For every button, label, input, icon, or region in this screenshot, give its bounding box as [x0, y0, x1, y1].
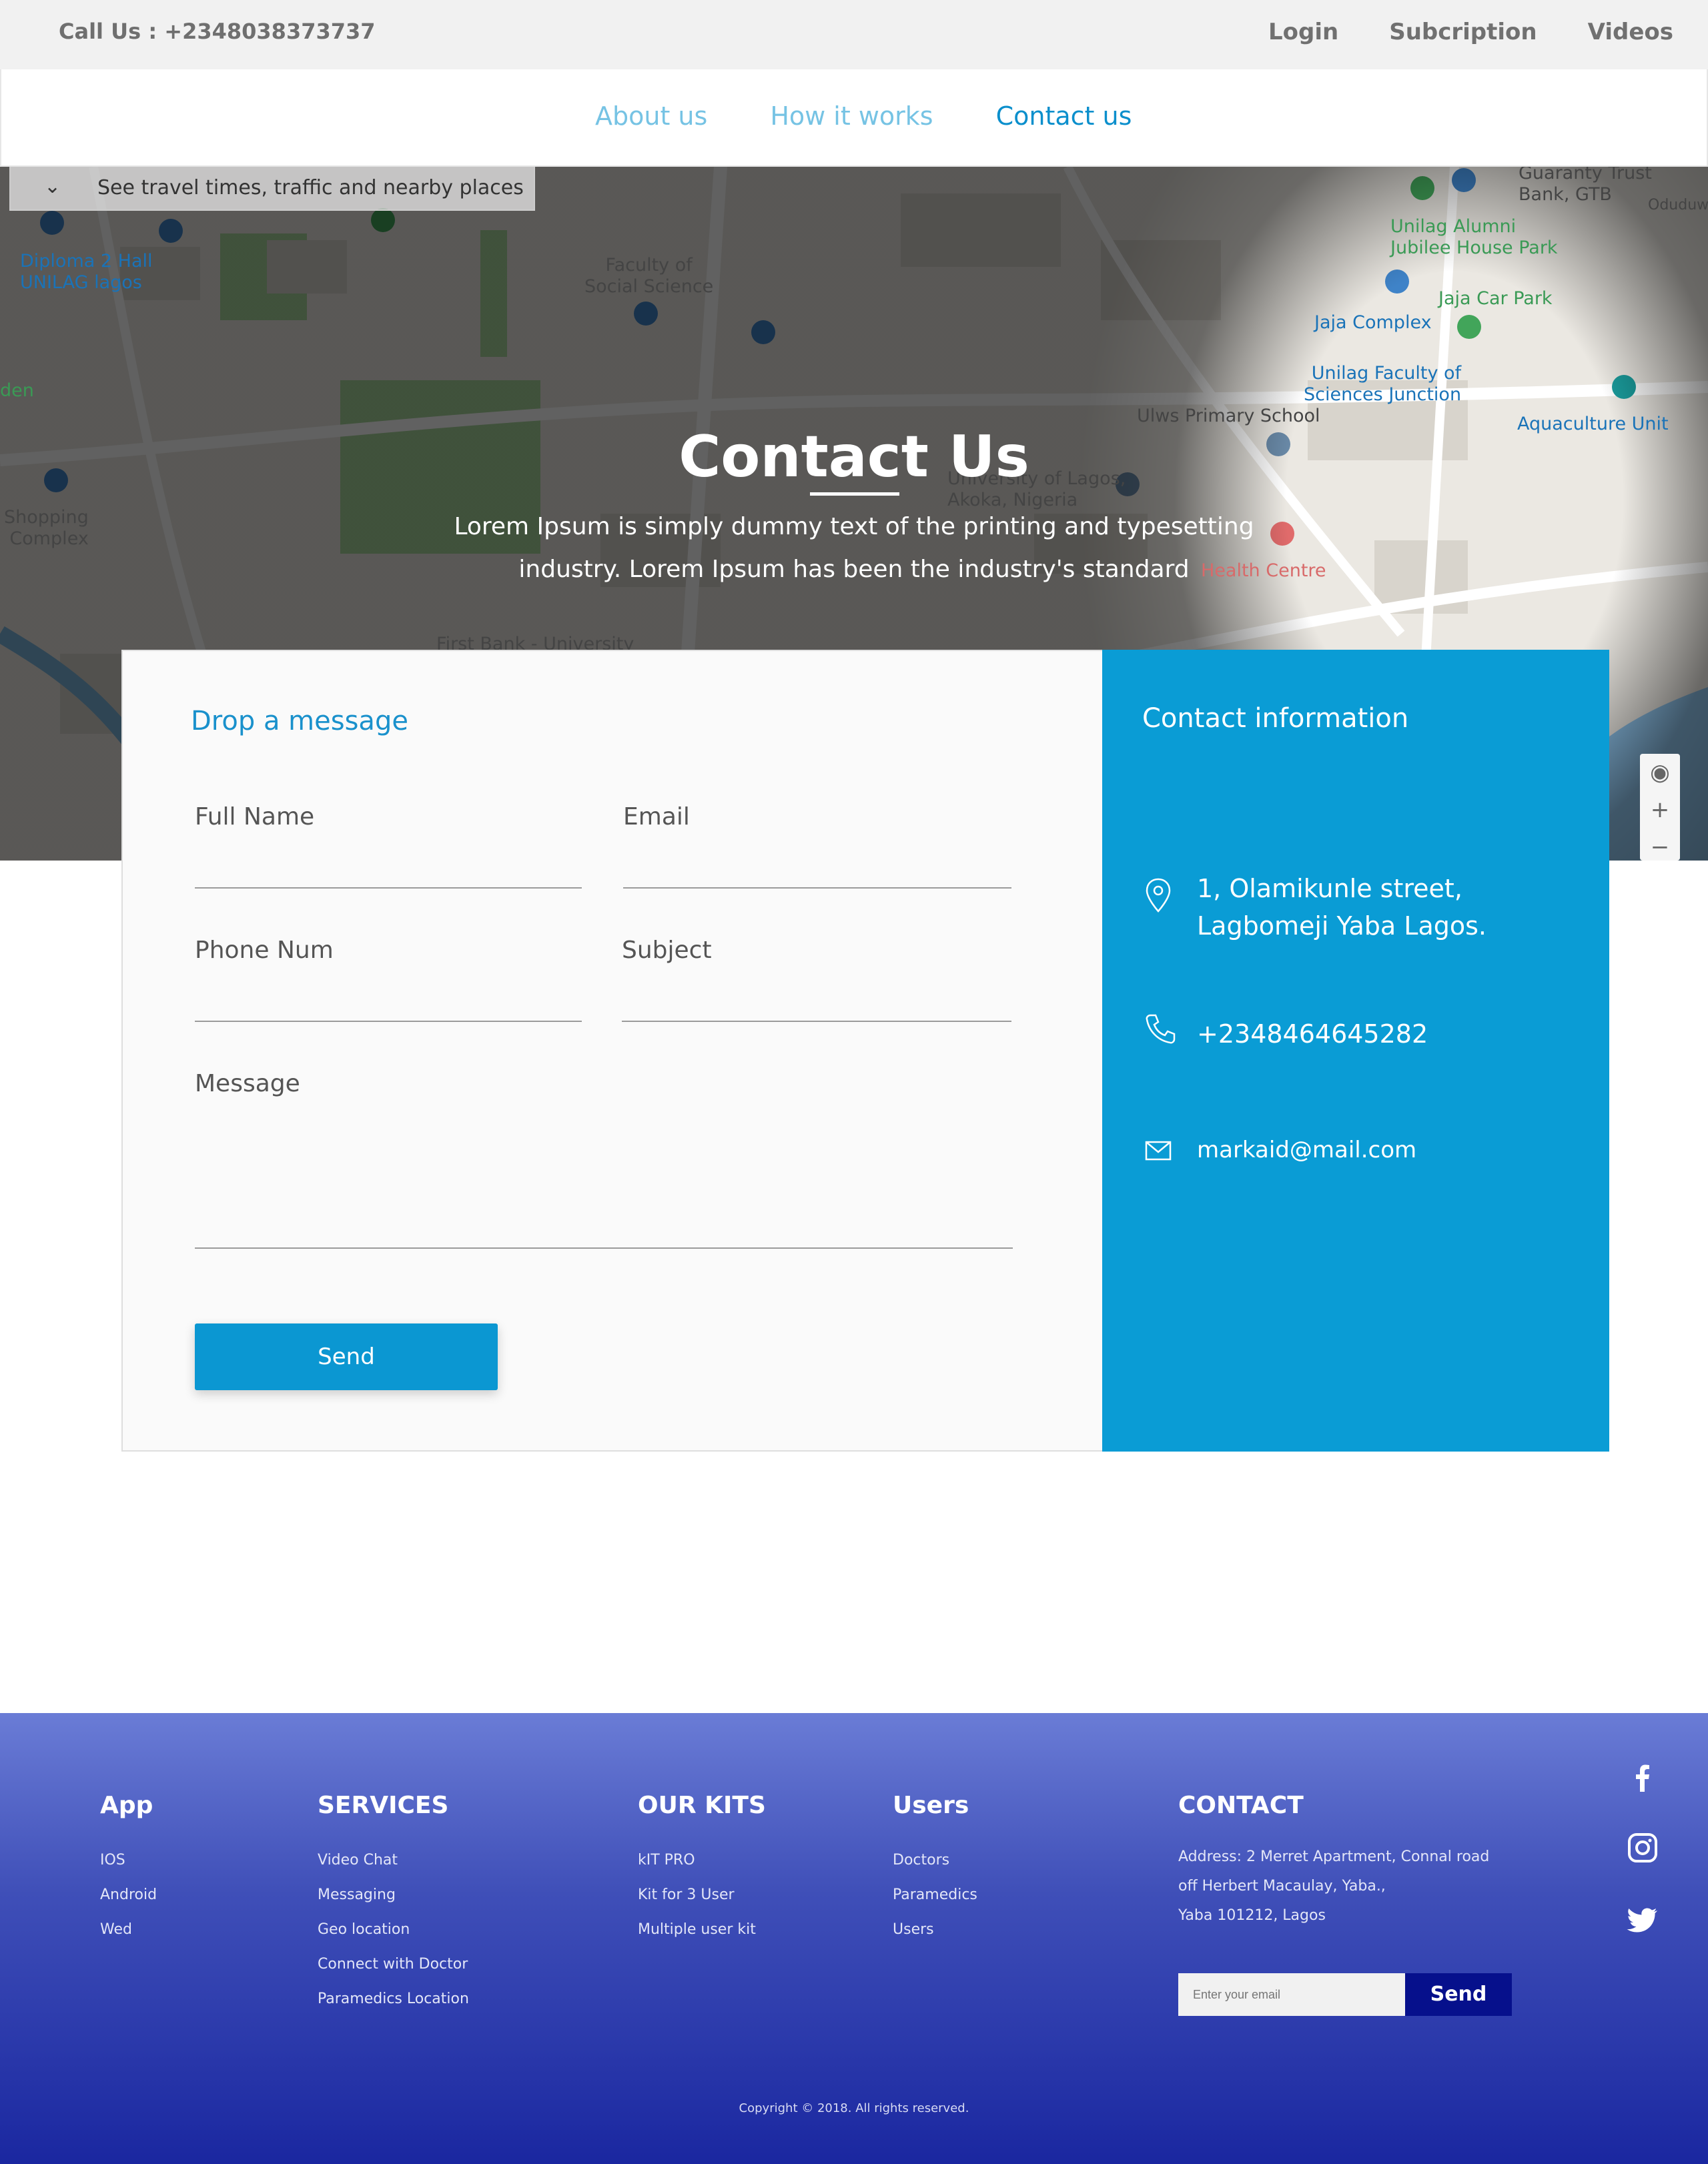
- contact-address-line2: Lagbomeji Yaba Lagos.: [1197, 911, 1486, 941]
- hero-description: Lorem Ipsum is simply dummy text of the …: [454, 513, 1254, 583]
- contact-address-line1: 1, Olamikunle street,: [1197, 874, 1462, 903]
- email-field[interactable]: Email: [623, 803, 1011, 890]
- footer-services-item[interactable]: Geo location: [318, 1913, 469, 1947]
- map-label-jaja-complex: Jaja Complex: [1314, 312, 1432, 333]
- contact-info-title: Contact information: [1142, 703, 1409, 734]
- footer-kits-item[interactable]: kIT PRO: [638, 1843, 766, 1878]
- phone-field[interactable]: Phone Num: [195, 937, 582, 1023]
- nav-about-us[interactable]: About us: [595, 101, 707, 131]
- footer-address-line: off Herbert Macaulay, Yaba.,: [1178, 1878, 1386, 1895]
- call-us-text: Call Us : +2348038373737: [59, 19, 376, 44]
- newsletter-form: Send: [1178, 1973, 1512, 2016]
- footer-kits-title: OUR KITS: [638, 1792, 766, 1819]
- mail-icon: [1145, 1141, 1172, 1161]
- phone-input[interactable]: [195, 1021, 582, 1022]
- contact-info-panel: Contact information 1, Olamikunle street…: [1102, 650, 1609, 1452]
- footer-contact-title: CONTACT: [1178, 1792, 1304, 1819]
- map-label-alumni: Unilag Alumni Jubilee House Park: [1390, 216, 1558, 258]
- map-label-diploma: Diploma 2 Hall UNILAG lagos: [20, 251, 153, 293]
- form-title: Drop a message: [191, 706, 408, 736]
- locate-icon[interactable]: ◉: [1640, 754, 1680, 791]
- email-input[interactable]: [623, 887, 1011, 889]
- map-label-jaja-car: Jaja Car Park: [1438, 288, 1553, 309]
- map-label-guaranty: Guaranty Trust Bank, GTB: [1519, 167, 1652, 205]
- message-label: Message: [195, 1070, 300, 1097]
- map-label-sciences: Unilag Faculty of Sciences Junction: [1304, 363, 1462, 405]
- footer-contact-column: CONTACT: [1178, 1792, 1304, 1843]
- zoom-in-button[interactable]: +: [1640, 791, 1680, 829]
- footer-address: Address: 2 Merret Apartment, Connal road…: [1178, 1842, 1552, 1931]
- footer-app-item[interactable]: Android: [100, 1878, 157, 1913]
- footer-address-line: Address: 2 Merret Apartment, Connal road: [1178, 1848, 1490, 1865]
- page-title: Contact Us: [679, 424, 1029, 490]
- subscription-link[interactable]: Subcription: [1389, 19, 1537, 45]
- title-underline: [810, 492, 899, 496]
- footer-users-item[interactable]: Doctors: [893, 1843, 977, 1878]
- footer-users-column: Users Doctors Paramedics Users: [893, 1792, 977, 1947]
- footer-app-column: App IOS Android Wed: [100, 1792, 157, 1947]
- message-textarea[interactable]: [195, 1247, 1013, 1249]
- footer-users-item[interactable]: Users: [893, 1913, 977, 1947]
- zoom-out-button[interactable]: −: [1640, 829, 1680, 861]
- footer-kits-item[interactable]: Kit for 3 User: [638, 1878, 766, 1913]
- nav-how-it-works[interactable]: How it works: [770, 101, 933, 131]
- newsletter-email-input[interactable]: [1178, 1973, 1405, 2016]
- footer-services-title: SERVICES: [318, 1792, 449, 1819]
- subject-field[interactable]: Subject: [622, 937, 1011, 1023]
- footer-services-item[interactable]: Messaging: [318, 1878, 469, 1913]
- footer-app-title: App: [100, 1792, 153, 1819]
- chevron-down-icon: ⌄: [44, 175, 61, 198]
- footer-app-item[interactable]: Wed: [100, 1913, 157, 1947]
- footer-kits-column: OUR KITS kIT PRO Kit for 3 User Multiple…: [638, 1792, 766, 1947]
- full-name-input[interactable]: [195, 887, 582, 889]
- location-pin-icon: [1146, 878, 1171, 913]
- footer-services-column: SERVICES Video Chat Messaging Geo locati…: [318, 1792, 469, 2017]
- map-zoom-controls: ◉ + −: [1640, 754, 1680, 861]
- footer-kits-item[interactable]: Multiple user kit: [638, 1913, 766, 1947]
- email-label: Email: [623, 803, 690, 831]
- map-label-oduduwa: Oduduwa: [1648, 197, 1708, 213]
- send-button[interactable]: Send: [195, 1323, 498, 1390]
- phone-label: Phone Num: [195, 937, 334, 964]
- twitter-icon[interactable]: [1627, 1904, 1659, 1936]
- videos-link[interactable]: Videos: [1588, 19, 1673, 45]
- map-travel-text: See travel times, traffic and nearby pla…: [97, 176, 524, 199]
- footer-app-item[interactable]: IOS: [100, 1843, 157, 1878]
- footer-services-item[interactable]: Video Chat: [318, 1843, 469, 1878]
- contact-address: 1, Olamikunle street, Lagbomeji Yaba Lag…: [1197, 870, 1486, 945]
- contact-phone: +2348464645282: [1197, 1019, 1428, 1049]
- top-links: Login Subcription Videos: [1268, 19, 1673, 45]
- subject-input[interactable]: [622, 1021, 1011, 1022]
- message-field[interactable]: Message: [195, 1070, 1013, 1250]
- message-form: Drop a message Full Name Email Phone Num…: [121, 650, 1104, 1452]
- top-bar: Call Us : +2348038373737 Login Subcripti…: [0, 0, 1708, 69]
- contact-email[interactable]: markaid@mail.com: [1197, 1131, 1416, 1169]
- login-link[interactable]: Login: [1268, 19, 1338, 45]
- map-label-den: den: [0, 380, 34, 401]
- subject-label: Subject: [622, 937, 712, 964]
- phone-icon: [1146, 1014, 1176, 1044]
- full-name-field[interactable]: Full Name: [195, 803, 582, 890]
- copyright-text: Copyright © 2018. All rights reserved.: [739, 2101, 969, 2115]
- footer-services-item[interactable]: Paramedics Location: [318, 1982, 469, 2017]
- main-nav: About us How it works Contact us: [0, 69, 1708, 167]
- map-label-shopping: Shopping Complex: [4, 507, 89, 549]
- instagram-icon[interactable]: [1627, 1832, 1659, 1864]
- footer-users-title: Users: [893, 1792, 969, 1819]
- nav-contact-us[interactable]: Contact us: [996, 101, 1132, 131]
- full-name-label: Full Name: [195, 803, 315, 831]
- newsletter-send-button[interactable]: Send: [1405, 1973, 1512, 2016]
- map-travel-strip[interactable]: ⌄ See travel times, traffic and nearby p…: [9, 167, 535, 211]
- footer-address-line: Yaba 101212, Lagos: [1178, 1907, 1326, 1924]
- footer-users-item[interactable]: Paramedics: [893, 1878, 977, 1913]
- footer: App IOS Android Wed SERVICES Video Chat …: [0, 1713, 1708, 2164]
- map-label-faculty-social: Faculty of Social Science: [584, 255, 714, 297]
- footer-services-item[interactable]: Connect with Doctor: [318, 1947, 469, 1982]
- facebook-icon[interactable]: [1627, 1761, 1659, 1793]
